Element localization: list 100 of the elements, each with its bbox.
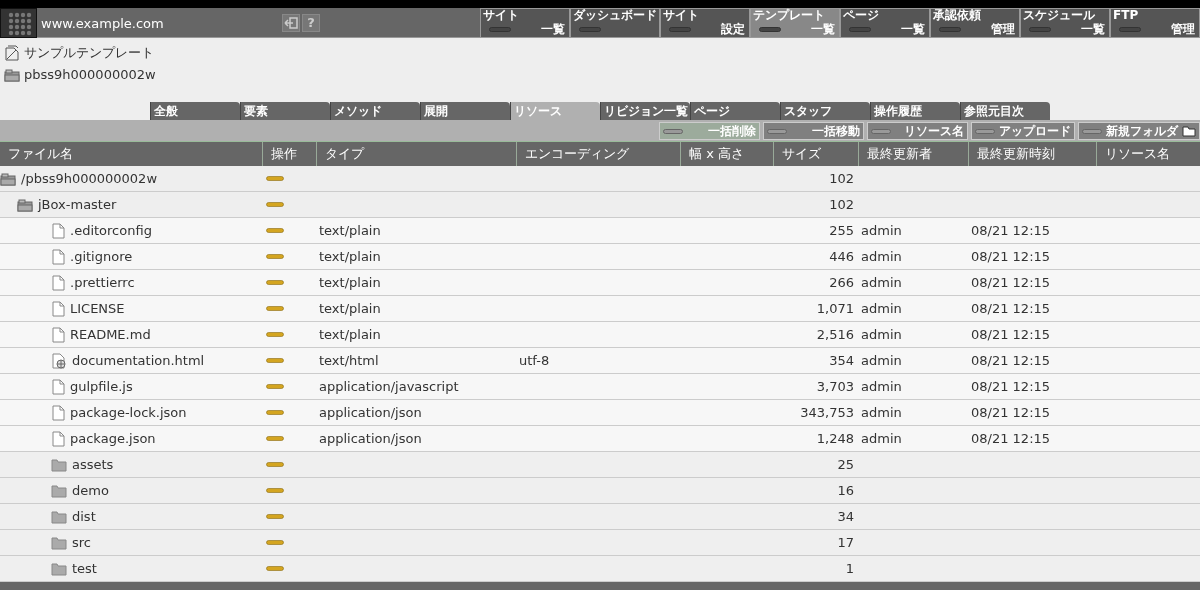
table-cell-text: text/plain: [318, 325, 382, 344]
tab[interactable]: 要素: [240, 102, 330, 120]
column-header[interactable]: ファイル名: [0, 142, 262, 166]
operation-icon: [266, 280, 284, 285]
table-row[interactable]: .editorconfig text/plain 255 admin 08/21 12:15: [0, 218, 1200, 244]
toolbar-button[interactable]: アップロード: [971, 122, 1075, 140]
table-row[interactable]: package-lock.json application/json 343,753 admin 08/21 12:15: [0, 400, 1200, 426]
nav-button[interactable]: テンプレート 一覧: [750, 8, 840, 38]
file-name[interactable]: test: [72, 558, 97, 579]
table-cell-text: 08/21 12:15: [970, 429, 1052, 448]
nav-button[interactable]: スケジュール 一覧: [1020, 8, 1110, 38]
file-name[interactable]: LICENSE: [70, 298, 125, 319]
table-cell-text: 102: [828, 195, 855, 214]
file-name[interactable]: src: [72, 532, 91, 553]
table-row[interactable]: .gitignore text/plain 446 admin 08/21 12:15: [0, 244, 1200, 270]
table-row[interactable]: documentation.html text/html utf-8 354 admin 08/21 12:15: [0, 348, 1200, 374]
tab[interactable]: メソッド: [330, 102, 420, 120]
file-icon: [52, 404, 65, 421]
tab[interactable]: リビジョン一覧: [600, 102, 690, 120]
operation-icon: [266, 176, 284, 181]
table-cell-text: 08/21 12:15: [970, 247, 1052, 266]
table-cell-text: 08/21 12:15: [970, 351, 1052, 370]
nav-button[interactable]: サイト 設定: [660, 8, 750, 38]
table-cell-text: 3,703: [815, 377, 855, 396]
table-cell-text: 16: [836, 481, 855, 500]
table-row[interactable]: LICENSE text/plain 1,071 admin 08/21 12:15: [0, 296, 1200, 322]
file-name[interactable]: package.json: [70, 428, 156, 449]
file-name[interactable]: documentation.html: [72, 350, 205, 371]
table-cell-text: text/html: [318, 351, 380, 370]
file-icon: [52, 300, 65, 317]
file-name[interactable]: .editorconfig: [70, 220, 152, 241]
exit-icon: [284, 17, 298, 29]
folder-stack-icon: [0, 171, 16, 186]
nav-button[interactable]: FTP 管理: [1110, 8, 1200, 38]
file-name[interactable]: demo: [72, 480, 109, 501]
table-cell-text: 08/21 12:15: [970, 325, 1052, 344]
toolbar-button[interactable]: 一括移動: [763, 122, 864, 140]
tab[interactable]: 操作履歴: [870, 102, 960, 120]
file-name[interactable]: /pbss9h000000002w: [21, 168, 157, 189]
tab[interactable]: スタッフ: [780, 102, 870, 120]
table-cell-text: admin: [860, 221, 903, 240]
tab[interactable]: ページ: [690, 102, 780, 120]
operation-icon: [266, 540, 284, 545]
nav-button[interactable]: サイト 一覧: [480, 8, 570, 38]
tab[interactable]: 参照元目次: [960, 102, 1050, 120]
table-cell-text: 08/21 12:15: [970, 221, 1052, 240]
operation-icon: [266, 254, 284, 259]
folder-icon: [51, 535, 67, 550]
table-cell-text: 255: [828, 221, 855, 240]
table-cell-text: 08/21 12:15: [970, 299, 1052, 318]
operation-icon: [266, 488, 284, 493]
table-cell-text: admin: [860, 403, 903, 422]
folder-stack-icon: [4, 68, 20, 82]
table-cell-text: application/javascript: [318, 377, 460, 396]
tab[interactable]: 全般: [150, 102, 240, 120]
table-row[interactable]: package.json application/json 1,248 admin 08/21 12:15: [0, 426, 1200, 452]
table-cell-text: admin: [860, 325, 903, 344]
breadcrumb-label: サンプルテンプレート: [24, 44, 154, 63]
table-cell-text: admin: [860, 377, 903, 396]
folder-stack-icon: [17, 197, 33, 212]
file-icon: [52, 248, 65, 265]
operation-icon: [266, 462, 284, 467]
folder-icon: [51, 483, 67, 498]
table-row[interactable]: gulpfile.js application/javascript 3,703 admin 08/21 12:15: [0, 374, 1200, 400]
table-cell-text: 102: [828, 169, 855, 188]
table-cell-text: text/plain: [318, 221, 382, 240]
web-file-icon: [52, 352, 67, 369]
table-cell-text: admin: [860, 351, 903, 370]
tab[interactable]: 展開: [420, 102, 510, 120]
table-cell-text: text/plain: [318, 273, 382, 292]
file-icon: [52, 274, 65, 291]
table-cell-text: utf-8: [518, 351, 551, 370]
folder-icon: [1182, 125, 1196, 137]
toolbar-button[interactable]: 新規フォルダ: [1078, 122, 1200, 140]
table-cell-text: application/json: [318, 429, 423, 448]
table-cell-text: admin: [860, 429, 903, 448]
file-name[interactable]: README.md: [70, 324, 151, 345]
table-cell-text: 08/21 12:15: [970, 273, 1052, 292]
breadcrumb-label: pbss9h000000002w: [24, 66, 156, 85]
table-row[interactable]: .prettierrc text/plain 266 admin 08/21 12:15: [0, 270, 1200, 296]
file-name[interactable]: jBox-master: [38, 194, 117, 215]
file-name[interactable]: dist: [72, 506, 96, 527]
nav-button[interactable]: ダッシュボード: [570, 8, 660, 38]
site-name: www.example.com: [40, 15, 165, 33]
nav-button[interactable]: 承認依頼 管理: [930, 8, 1020, 38]
file-name[interactable]: .prettierrc: [70, 272, 135, 293]
toolbar-button[interactable]: リソース名: [867, 122, 968, 140]
table-row[interactable]: README.md text/plain 2,516 admin 08/21 12:15: [0, 322, 1200, 348]
file-name[interactable]: .gitignore: [70, 246, 133, 267]
operation-icon: [266, 566, 284, 571]
file-icon: [52, 222, 65, 239]
table-cell-text: 34: [836, 507, 855, 526]
file-name[interactable]: package-lock.json: [70, 402, 187, 423]
file-name[interactable]: gulpfile.js: [70, 376, 133, 397]
exit-button[interactable]: [282, 14, 300, 32]
table-cell-text: 08/21 12:15: [970, 403, 1052, 422]
file-name[interactable]: assets: [72, 454, 114, 475]
folder-icon: [51, 561, 67, 576]
folder-icon: [51, 509, 67, 524]
nav-button[interactable]: ページ 一覧: [840, 8, 930, 38]
